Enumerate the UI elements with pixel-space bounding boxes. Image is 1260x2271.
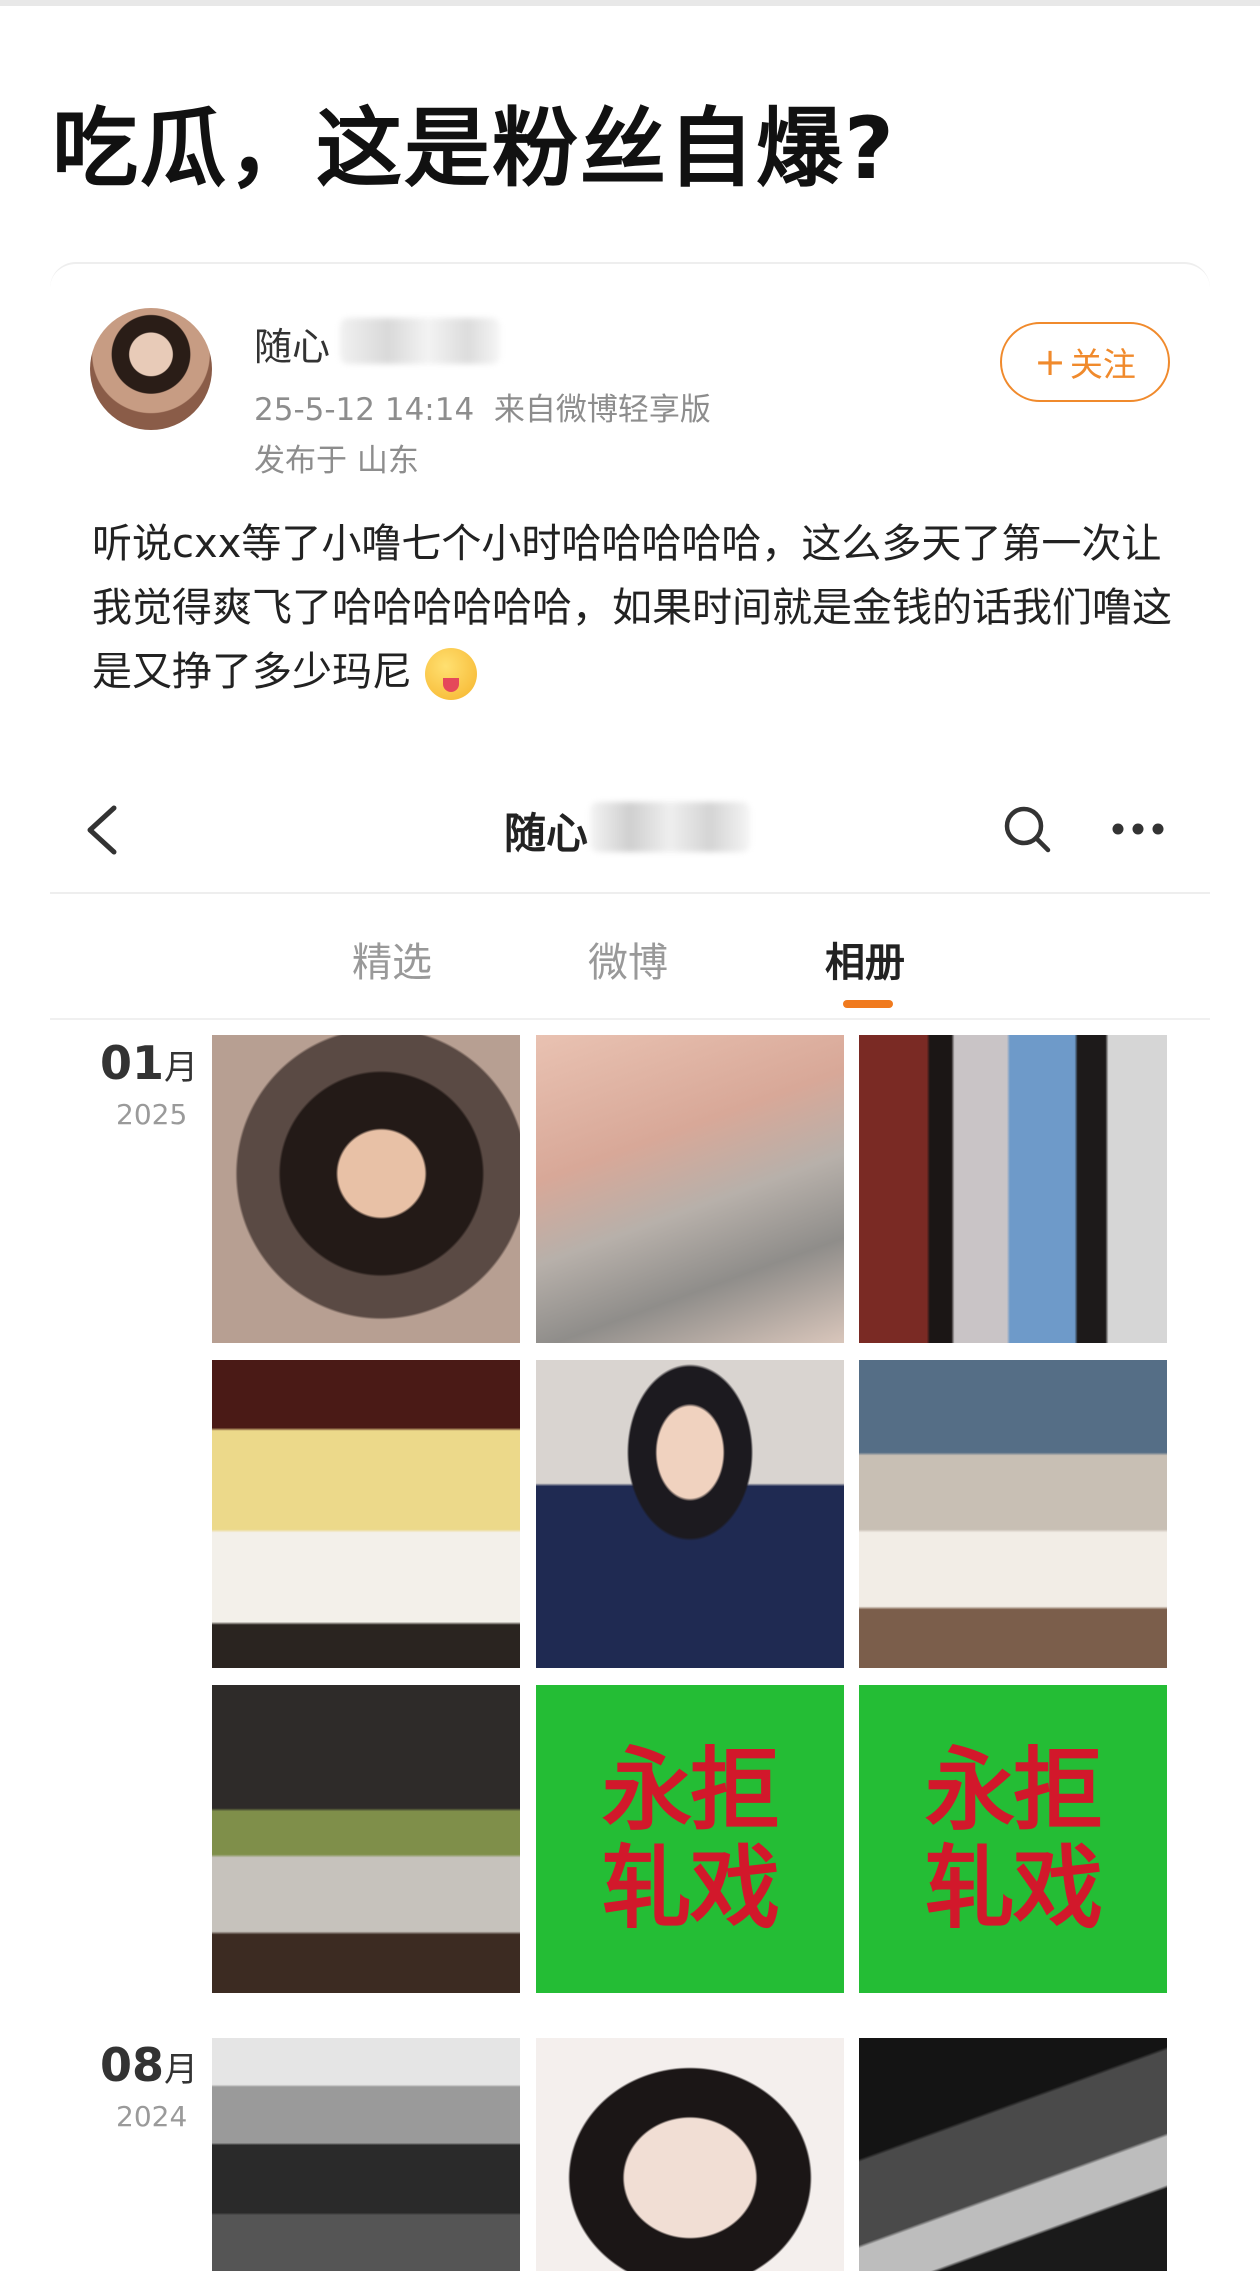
title-blur-mask [590, 802, 750, 852]
album-month-label: 08月 [100, 2038, 198, 2092]
album-photo[interactable] [859, 2038, 1167, 2271]
month-unit: 月 [164, 1048, 199, 1088]
album-photo[interactable] [212, 1360, 520, 1668]
follow-label: 关注 [1069, 345, 1136, 384]
more-dots-icon[interactable] [1110, 812, 1166, 846]
album-photo[interactable] [212, 1035, 520, 1343]
ban-text-line2: 轧戏 [925, 1835, 1103, 1941]
search-icon[interactable] [1002, 804, 1052, 854]
top-divider [0, 0, 1260, 6]
album-month-label: 01月 [100, 1036, 198, 1090]
tongue-emoji-icon [424, 648, 477, 700]
month-unit: 月 [164, 2050, 199, 2090]
album-photo[interactable] [212, 1685, 520, 1993]
post-text: 听说cxx等了小噜七个小时哈哈哈哈哈，这么多天了第一次让我觉得爽飞了哈哈哈哈哈哈… [92, 521, 1172, 695]
tab-featured[interactable]: 精选 [352, 930, 432, 988]
ban-text-line1: 永拒 [925, 1737, 1103, 1843]
page-headline: 吃瓜，这是粉丝自爆? [52, 99, 896, 199]
active-tab-indicator [843, 1000, 893, 1008]
tab-weibo[interactable]: 微博 [588, 930, 668, 988]
album-photo[interactable] [536, 1360, 844, 1668]
nav-divider [50, 892, 1210, 894]
post-username[interactable]: 随心 [254, 316, 330, 371]
plus-icon: + [1034, 340, 1066, 384]
ban-text-line2: 轧戏 [602, 1835, 780, 1941]
back-button[interactable] [80, 800, 124, 860]
tab-album[interactable]: 相册 [825, 930, 905, 988]
tabs-divider [50, 1018, 1210, 1020]
avatar[interactable] [90, 308, 212, 430]
post-body: 听说cxx等了小噜七个小时哈哈哈哈哈，这么多天了第一次让我觉得爽飞了哈哈哈哈哈哈… [92, 512, 1172, 704]
album-year-label: 2024 [116, 2100, 188, 2133]
follow-button[interactable]: + 关注 [1000, 322, 1170, 402]
album-photo-ban-poster[interactable]: 永拒 轧戏 [536, 1685, 844, 1993]
album-photo[interactable] [536, 2038, 844, 2271]
profile-title: 随心 [504, 809, 589, 858]
chevron-left-icon [87, 805, 117, 855]
album-photo[interactable] [212, 2038, 520, 2271]
album-photo[interactable] [859, 1035, 1167, 1343]
album-photo[interactable] [859, 1360, 1167, 1668]
post-source: 来自微博轻享版 [493, 392, 711, 428]
username-blur-mask [340, 318, 500, 364]
post-location: 发布于 山东 [254, 443, 419, 479]
post-meta-time: 25-5-12 14:14 来自微博轻享版 [254, 384, 711, 429]
month-number: 01 [100, 1036, 165, 1090]
month-number: 08 [100, 2038, 165, 2092]
post-time: 25-5-12 14:14 [254, 392, 475, 428]
album-photo-ban-poster[interactable]: 永拒 轧戏 [859, 1685, 1167, 1993]
album-photo[interactable] [536, 1035, 844, 1343]
ban-text-line1: 永拒 [602, 1737, 780, 1843]
album-year-label: 2025 [116, 1098, 188, 1131]
